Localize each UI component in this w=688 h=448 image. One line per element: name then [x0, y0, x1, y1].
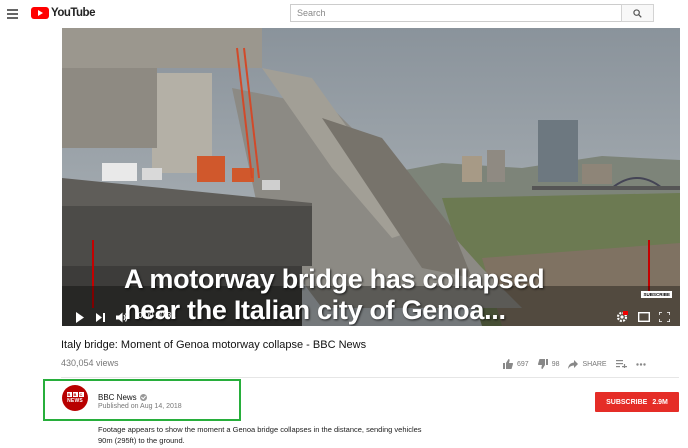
- fullscreen-icon[interactable]: [659, 312, 670, 322]
- share-button[interactable]: SHARE: [568, 359, 607, 369]
- next-icon[interactable]: [96, 313, 105, 322]
- verified-badge-icon: [139, 394, 147, 401]
- channel-name-link[interactable]: BBC News: [98, 393, 147, 402]
- description-line-1: Footage appears to show the moment a Gen…: [98, 425, 422, 434]
- dislike-count: 98: [551, 360, 560, 368]
- volume-icon[interactable]: [116, 312, 128, 323]
- thumbs-down-icon: [537, 359, 548, 369]
- video-player[interactable]: A motorway bridge has collapsed near the…: [62, 28, 680, 326]
- settings-icon[interactable]: [616, 311, 628, 323]
- view-count: 430,054 views: [61, 358, 119, 368]
- video-actions: 697 98 SHARE: [503, 357, 655, 371]
- logo-text: YouTube: [51, 7, 95, 19]
- subscribe-button[interactable]: SUBSCRIBE 2.9M: [595, 392, 679, 412]
- bbc-letter-3: C: [78, 392, 84, 397]
- caption-line-1: A motorway bridge has collapsed: [124, 264, 545, 294]
- video-title: Italy bridge: Moment of Genoa motorway c…: [61, 339, 367, 351]
- menu-icon[interactable]: [7, 9, 18, 19]
- bbc-letter-2: B: [72, 392, 78, 397]
- search-button[interactable]: [621, 4, 654, 22]
- description-line-2: 90m (295ft) to the ground.: [98, 436, 185, 445]
- time-display: 0:09 / 0:31: [138, 311, 176, 320]
- masthead: YouTube: [0, 0, 688, 28]
- bbc-news-word: NEWS: [67, 398, 83, 404]
- play-logo-icon: [31, 7, 49, 19]
- subscribe-watermark[interactable]: SUBSCRIBE: [641, 291, 672, 298]
- add-to-playlist-icon: [615, 360, 627, 368]
- thumbs-up-icon: [503, 359, 513, 369]
- play-icon[interactable]: [75, 312, 85, 323]
- more-actions-button[interactable]: [635, 362, 646, 366]
- youtube-logo[interactable]: YouTube: [31, 6, 95, 20]
- share-icon: [568, 359, 579, 369]
- subscriber-count: 2.9M: [652, 398, 668, 406]
- search-icon: [633, 8, 642, 18]
- save-to-playlist-button[interactable]: [615, 360, 627, 368]
- bbc-letter-1: B: [66, 392, 72, 397]
- subscribe-label: SUBSCRIBE: [606, 398, 648, 406]
- miniplayer-icon[interactable]: [638, 312, 650, 322]
- channel-avatar[interactable]: B B C NEWS: [62, 385, 88, 411]
- search-input[interactable]: [290, 4, 621, 22]
- share-label: SHARE: [582, 360, 607, 368]
- dislike-button[interactable]: 98: [537, 359, 560, 369]
- like-count: 697: [517, 360, 529, 368]
- like-button[interactable]: 697: [503, 359, 529, 369]
- publish-date: Published on Aug 14, 2018: [98, 403, 182, 410]
- bbc-logo: B B C: [66, 392, 84, 397]
- channel-name: BBC News: [98, 393, 137, 402]
- more-icon: [635, 362, 646, 366]
- video-description: Footage appears to show the moment a Gen…: [98, 424, 458, 446]
- divider: [61, 377, 679, 378]
- search-bar: [290, 4, 654, 22]
